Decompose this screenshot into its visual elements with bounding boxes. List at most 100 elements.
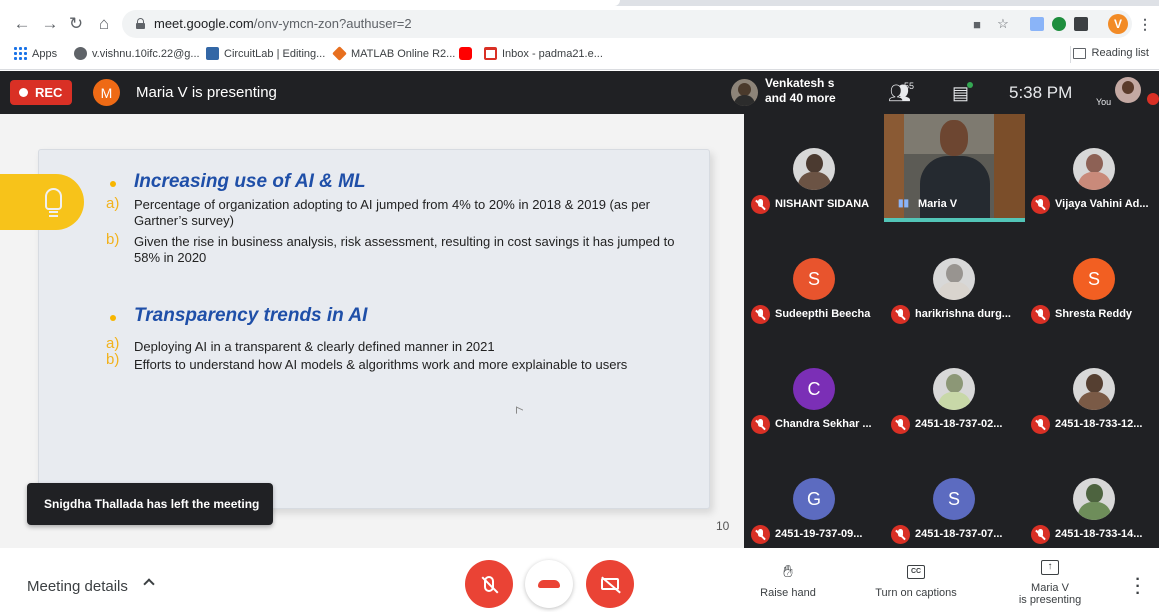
present-icon-wrap: ↑	[1040, 557, 1060, 577]
participant-name: 2451-18-733-14...	[1055, 528, 1143, 540]
bookmark-circuitlab[interactable]: CircuitLab | Editing...	[206, 47, 325, 60]
participant-photo-avatar	[731, 79, 758, 106]
participant-tile[interactable]: S Sudeepthi Beecha	[744, 224, 882, 334]
microphone-toggle-button[interactable]	[465, 560, 513, 608]
participant-avatar	[1073, 478, 1115, 520]
participant-name: 2451-18-737-07...	[915, 528, 1003, 540]
chat-notification-dot	[967, 82, 973, 88]
home-icon[interactable]: ⌂	[92, 12, 116, 36]
section-bullet	[110, 315, 116, 321]
bookmark-label: CircuitLab | Editing...	[224, 47, 326, 60]
item-letter: b)	[106, 231, 120, 248]
self-view-avatar[interactable]	[1115, 77, 1141, 103]
reading-list-button[interactable]: Reading list	[1072, 47, 1149, 59]
participant-tile[interactable]: G 2451-19-737-09...	[744, 444, 882, 554]
reading-list-label: Reading list	[1091, 47, 1149, 59]
meeting-details-button[interactable]: Meeting details	[27, 578, 128, 595]
participant-tile[interactable]: S 2451-18-737-07...	[884, 444, 1022, 554]
presenting-status: Maria V is presenting	[136, 84, 277, 101]
bookmark-label: Inbox - padma21.e...	[502, 47, 603, 60]
participant-tile[interactable]: NISHANT SIDANA	[744, 114, 882, 224]
mouse-cursor-icon	[516, 408, 524, 419]
active-speaker-highlight	[884, 218, 1025, 222]
meeting-clock: 5:38 PM	[1009, 83, 1073, 102]
bookmark-apps[interactable]: Apps	[14, 47, 57, 60]
mic-off-icon	[1031, 195, 1050, 214]
captions-button[interactable]: CC Turn on captions	[866, 562, 966, 599]
tab-strip	[0, 0, 1159, 6]
url-host: meet.google.com	[154, 16, 254, 31]
extension-green-icon[interactable]	[1052, 17, 1066, 31]
youtube-icon	[459, 47, 472, 60]
meet-header: REC M Maria V is presenting Venkatesh s …	[0, 71, 1159, 114]
rec-label: REC	[35, 85, 63, 100]
forward-icon[interactable]: →	[38, 12, 62, 36]
extension-screencast-icon[interactable]	[1030, 17, 1044, 31]
participant-tile[interactable]: 2451-18-737-02...	[884, 334, 1022, 444]
reload-icon[interactable]: ↻	[64, 12, 88, 36]
participant-tile[interactable]: 2451-18-733-12...	[1024, 334, 1159, 444]
slide-number: 10	[716, 519, 730, 533]
participant-tile[interactable]: harikrishna durg...	[884, 224, 1022, 334]
presenting-label-1: Maria V	[1031, 582, 1069, 594]
bookmark-matlab[interactable]: MATLAB Online R2...	[332, 46, 456, 61]
captions-label: Turn on captions	[875, 587, 957, 599]
chevron-up-icon[interactable]	[143, 578, 155, 590]
recording-badge[interactable]: REC	[10, 80, 72, 105]
mic-off-icon	[1031, 415, 1050, 434]
bookmark-vvishnu[interactable]: v.vishnu.10ifc.22@g...	[74, 47, 200, 60]
bookmark-label: v.vishnu.10ifc.22@g...	[92, 47, 200, 60]
slide-item: Efforts to understand how AI models & al…	[134, 357, 628, 372]
bookmark-label: Apps	[32, 47, 58, 60]
people-line-1: Venkatesh s	[765, 76, 835, 90]
participant-count: 55	[904, 81, 915, 91]
lock-icon[interactable]	[136, 18, 145, 29]
slide-item: Percentage of organization adopting to A…	[134, 197, 651, 228]
camera-off-icon	[601, 578, 619, 590]
participant-tile[interactable]: Vijaya Vahini Ad...	[1024, 114, 1159, 224]
leave-call-button[interactable]	[525, 560, 573, 608]
address-bar[interactable]: meet.google.com/onv-ymcn-zon?authuser=2 …	[122, 10, 1132, 38]
participants-summary: Venkatesh s and 40 more	[765, 76, 836, 106]
participant-tile[interactable]: S Shresta Reddy	[1024, 224, 1159, 334]
participant-name: Chandra Sekhar ...	[775, 418, 872, 430]
participant-name: Shresta Reddy	[1055, 308, 1133, 320]
participant-tile[interactable]: 2451-18-733-14...	[1024, 444, 1159, 554]
participant-video-maria[interactable]: ▮▮ Maria V	[884, 114, 1025, 222]
participant-name: harikrishna durg...	[915, 308, 1011, 320]
captions-icon: CC	[907, 565, 925, 579]
extensions-puzzle-icon[interactable]	[1074, 17, 1088, 31]
bookmark-gmail[interactable]: Inbox - padma21.e...	[484, 47, 603, 60]
active-tab[interactable]	[0, 0, 620, 6]
participant-avatar: C	[793, 368, 835, 410]
bookmark-separator	[1070, 46, 1071, 63]
camera-toggle-button[interactable]	[586, 560, 634, 608]
meet-window: ← → ↻ ⌂ meet.google.com/onv-ymcn-zon?aut…	[0, 0, 1159, 612]
participant-name: 2451-19-737-09...	[775, 528, 863, 540]
bookmark-youtube[interactable]	[459, 47, 472, 60]
participant-name: 2451-18-733-12...	[1055, 418, 1143, 430]
speaking-indicator-icon: ▮▮	[898, 198, 910, 209]
participant-avatar: S	[933, 478, 975, 520]
lightbulb-base	[49, 211, 58, 217]
self-muted-icon	[1147, 93, 1159, 105]
participant-name: NISHANT SIDANA	[775, 198, 870, 210]
star-icon[interactable]: ☆	[994, 15, 1012, 33]
participant-name: Maria V	[918, 198, 958, 210]
browser-menu-icon[interactable]: ⋮	[1138, 14, 1152, 34]
mic-off-icon	[891, 415, 910, 434]
profile-avatar[interactable]: V	[1108, 14, 1128, 34]
bookmark-label: MATLAB Online R2...	[351, 47, 456, 60]
slide-bulb-tab	[0, 174, 84, 230]
raise-hand-button[interactable]: ✋︎ Raise hand	[738, 562, 838, 599]
participant-avatar: G	[793, 478, 835, 520]
raise-hand-label: Raise hand	[760, 587, 816, 599]
item-letter: b)	[106, 351, 120, 368]
item-letter: a)	[106, 195, 120, 212]
section-heading: Transparency trends in AI	[134, 305, 368, 326]
back-icon[interactable]: ←	[10, 12, 34, 36]
more-options-icon[interactable]: · · ·	[1134, 572, 1142, 602]
presenting-button[interactable]: ↑ Maria V is presenting	[1000, 557, 1100, 606]
camera-in-use-icon[interactable]: ■	[968, 15, 986, 33]
participant-tile[interactable]: C Chandra Sekhar ...	[744, 334, 882, 444]
